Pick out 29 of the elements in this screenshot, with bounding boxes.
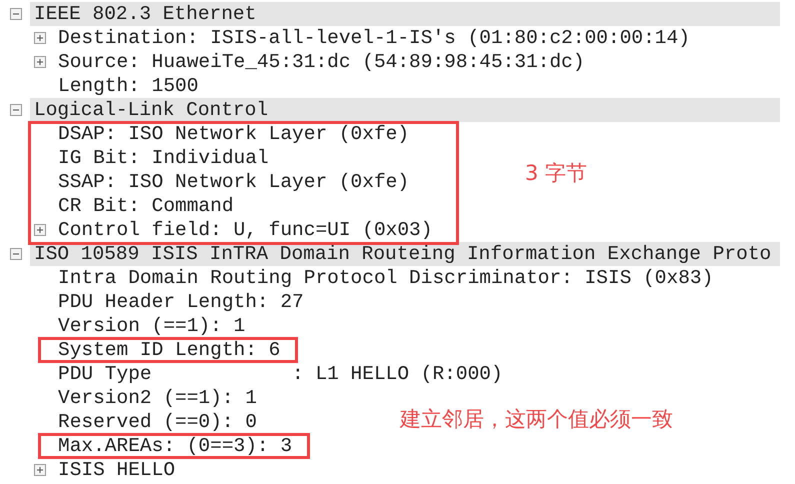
section-header[interactable]: IEEE 802.3 Ethernet	[30, 2, 780, 26]
tree-item[interactable]: Version (==1): 1	[58, 314, 246, 338]
tree-item[interactable]: Reserved (==0): 0	[58, 410, 257, 434]
expand-icon[interactable]	[34, 32, 46, 44]
tree-item[interactable]: Intra Domain Routing Protocol Discriminator: ISIS (0x83)	[58, 266, 714, 290]
tree-item[interactable]: SSAP: ISO Network Layer (0xfe)	[58, 170, 410, 194]
expand-icon[interactable]	[34, 56, 46, 68]
tree-item[interactable]: Control field: U, func=UI (0x03)	[58, 218, 432, 242]
tree-item[interactable]: Destination: ISIS-all-level-1-IS's (01:80:c2:00:00:14)	[58, 26, 690, 50]
tree-item[interactable]: DSAP: ISO Network Layer (0xfe)	[58, 122, 410, 146]
collapse-icon[interactable]	[10, 104, 22, 116]
annotation-note: 3 字节	[525, 160, 588, 186]
tree-item[interactable]: ISIS HELLO	[58, 458, 176, 482]
tree-item[interactable]: Length: 1500	[58, 74, 198, 98]
collapse-icon[interactable]	[10, 248, 22, 260]
tree-item[interactable]: IG Bit: Individual	[58, 146, 269, 170]
tree-item[interactable]: CR Bit: Command	[58, 194, 234, 218]
expand-icon[interactable]	[34, 464, 46, 476]
tree-item[interactable]: Source: HuaweiTe_45:31:dc (54:89:98:45:31:dc)	[58, 50, 585, 74]
tree-item[interactable]: Version2 (==1): 1	[58, 386, 257, 410]
annotation-note: 建立邻居，这两个值必须一致	[400, 406, 673, 432]
tree-item[interactable]: PDU Header Length: 27	[58, 290, 304, 314]
section-header[interactable]: Logical-Link Control	[30, 98, 780, 122]
tree-item[interactable]: Max.AREAs: (0==3): 3	[58, 434, 292, 458]
section-header[interactable]: ISO 10589 ISIS InTRA Domain Routeing Information Exchange Proto	[30, 242, 780, 266]
tree-item[interactable]: PDU Type : L1 HELLO (R:000)	[58, 362, 503, 386]
collapse-icon[interactable]	[10, 8, 22, 20]
expand-icon[interactable]	[34, 224, 46, 236]
tree-item[interactable]: System ID Length: 6	[58, 338, 280, 362]
